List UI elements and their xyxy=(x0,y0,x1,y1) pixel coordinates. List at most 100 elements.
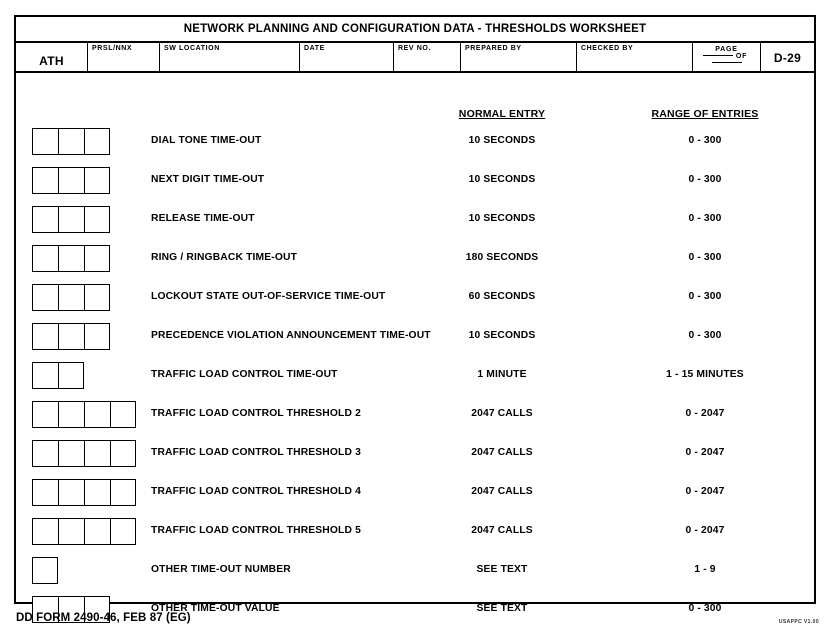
entry-box[interactable] xyxy=(58,128,84,155)
form-number-footer: DD FORM 2490-46, FEB 87 (EG) xyxy=(16,612,191,624)
worksheet-row: DIAL TONE TIME-OUT 10 SECONDS 0 - 300 xyxy=(16,128,814,158)
worksheet-row: RING / RINGBACK TIME-OUT 180 SECONDS 0 - 3… xyxy=(16,245,814,275)
entry-box[interactable] xyxy=(84,245,110,272)
row-normal-entry: 2047 CALLS xyxy=(471,486,533,497)
field-date-label: DATE xyxy=(304,45,325,52)
row-normal-entry: 10 SECONDS xyxy=(468,330,536,341)
worksheet-body: NORMAL ENTRY RANGE OF ENTRIES DIAL TONE … xyxy=(16,73,814,623)
entry-box[interactable] xyxy=(84,284,110,311)
entry-box[interactable] xyxy=(58,167,84,194)
entry-box[interactable] xyxy=(32,206,58,233)
row-normal-entry: 60 SECONDS xyxy=(468,291,536,302)
row-normal-entry: 10 SECONDS xyxy=(468,135,536,146)
field-ath[interactable]: ATH xyxy=(16,43,88,71)
field-date[interactable]: DATE xyxy=(300,43,394,71)
entry-box-group xyxy=(32,440,136,467)
entry-box-group xyxy=(32,323,110,350)
worksheet-row: RELEASE TIME-OUT 10 SECONDS 0 - 300 xyxy=(16,206,814,236)
entry-box[interactable] xyxy=(58,401,84,428)
entry-box-group xyxy=(32,128,110,155)
row-normal-entry: 2047 CALLS xyxy=(471,447,533,458)
row-range-of-entries: 0 - 300 xyxy=(688,291,722,302)
entry-box[interactable] xyxy=(32,323,58,350)
row-label: TRAFFIC LOAD CONTROL THRESHOLD 4 xyxy=(151,486,361,497)
entry-box[interactable] xyxy=(58,245,84,272)
row-label: DIAL TONE TIME-OUT xyxy=(151,135,262,146)
field-rev-no-label: REV NO. xyxy=(398,45,431,52)
entry-box[interactable] xyxy=(58,518,84,545)
entry-box-group xyxy=(32,557,58,584)
field-page-of: OF xyxy=(693,53,760,67)
entry-box[interactable] xyxy=(58,440,84,467)
page-total-blank[interactable] xyxy=(711,62,742,63)
row-label: PRECEDENCE VIOLATION ANNOUNCEMENT TIME-O… xyxy=(151,330,431,341)
entry-box-group xyxy=(32,479,136,506)
entry-box[interactable] xyxy=(84,323,110,350)
entry-box-group xyxy=(32,401,136,428)
entry-box[interactable] xyxy=(32,128,58,155)
entry-box-group xyxy=(32,167,110,194)
field-prsl-nnx[interactable]: PRSL/NNX xyxy=(88,43,160,71)
entry-box[interactable] xyxy=(32,245,58,272)
row-normal-entry: 180 SECONDS xyxy=(465,252,539,263)
entry-box[interactable] xyxy=(84,128,110,155)
row-range-of-entries: 0 - 2047 xyxy=(685,525,725,536)
row-label: LOCKOUT STATE OUT-OF-SERVICE TIME-OUT xyxy=(151,291,386,302)
row-label: NEXT DIGIT TIME-OUT xyxy=(151,174,265,185)
form-software-stamp: USAPPC V1.00 xyxy=(778,619,819,625)
worksheet-row: NEXT DIGIT TIME-OUT 10 SECONDS 0 - 300 xyxy=(16,167,814,197)
row-label: TRAFFIC LOAD CONTROL TIME-OUT xyxy=(151,369,338,380)
row-range-of-entries: 0 - 300 xyxy=(688,330,722,341)
worksheet-row: TRAFFIC LOAD CONTROL THRESHOLD 4 2047 CAL… xyxy=(16,479,814,509)
worksheet-row: TRAFFIC LOAD CONTROL TIME-OUT 1 MINUTE 1 -… xyxy=(16,362,814,392)
entry-box[interactable] xyxy=(32,518,58,545)
field-page[interactable]: PAGE OF xyxy=(693,43,761,71)
entry-box[interactable] xyxy=(84,479,110,506)
field-prsl-nnx-label: PRSL/NNX xyxy=(92,45,133,52)
entry-box[interactable] xyxy=(110,518,136,545)
entry-box[interactable] xyxy=(58,479,84,506)
entry-box[interactable] xyxy=(58,206,84,233)
entry-box[interactable] xyxy=(84,440,110,467)
entry-box-group xyxy=(32,206,110,233)
entry-box[interactable] xyxy=(110,440,136,467)
worksheet-row: TRAFFIC LOAD CONTROL THRESHOLD 3 2047 CAL… xyxy=(16,440,814,470)
field-prepared-by[interactable]: PREPARED BY xyxy=(461,43,577,71)
field-sw-location[interactable]: SW LOCATION xyxy=(160,43,300,71)
entry-box[interactable] xyxy=(32,479,58,506)
field-checked-by-label: CHECKED BY xyxy=(581,45,634,52)
entry-box[interactable] xyxy=(58,362,84,389)
field-prepared-by-label: PREPARED BY xyxy=(465,45,522,52)
entry-box[interactable] xyxy=(32,401,58,428)
entry-box[interactable] xyxy=(32,362,58,389)
row-label: TRAFFIC LOAD CONTROL THRESHOLD 2 xyxy=(151,408,361,419)
row-range-of-entries: 0 - 300 xyxy=(688,603,722,614)
entry-box[interactable] xyxy=(32,557,58,584)
entry-box[interactable] xyxy=(84,401,110,428)
entry-box[interactable] xyxy=(32,440,58,467)
row-range-of-entries: 0 - 300 xyxy=(688,174,722,185)
row-label: OTHER TIME-OUT NUMBER xyxy=(151,564,291,575)
form-page: NETWORK PLANNING AND CONFIGURATION DATA … xyxy=(0,0,831,642)
row-normal-entry: 2047 CALLS xyxy=(471,525,533,536)
entry-box-group xyxy=(32,284,110,311)
field-checked-by[interactable]: CHECKED BY xyxy=(577,43,693,71)
entry-box[interactable] xyxy=(32,284,58,311)
row-label: TRAFFIC LOAD CONTROL THRESHOLD 5 xyxy=(151,525,361,536)
row-range-of-entries: 0 - 300 xyxy=(688,213,722,224)
row-range-of-entries: 0 - 2047 xyxy=(685,486,725,497)
entry-box[interactable] xyxy=(58,323,84,350)
row-normal-entry: 1 MINUTE xyxy=(477,369,527,380)
entry-box[interactable] xyxy=(110,401,136,428)
entry-box[interactable] xyxy=(58,284,84,311)
page-number-blank[interactable] xyxy=(702,55,733,56)
entry-box[interactable] xyxy=(84,206,110,233)
entry-box[interactable] xyxy=(84,167,110,194)
field-rev-no[interactable]: REV NO. xyxy=(394,43,461,71)
row-range-of-entries: 0 - 2047 xyxy=(685,447,725,458)
field-page-label: PAGE xyxy=(715,46,738,53)
entry-box-group xyxy=(32,518,136,545)
entry-box[interactable] xyxy=(110,479,136,506)
entry-box[interactable] xyxy=(32,167,58,194)
entry-box[interactable] xyxy=(84,518,110,545)
